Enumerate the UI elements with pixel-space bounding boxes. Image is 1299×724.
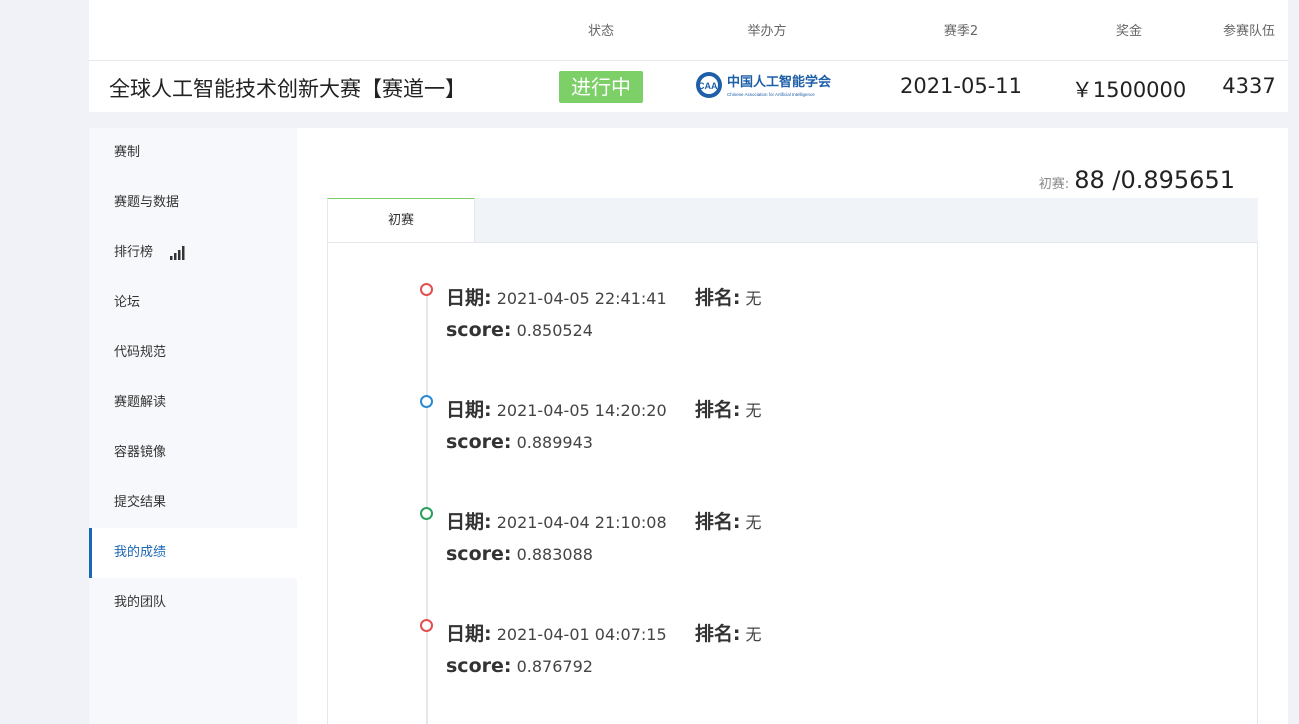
entry-score: 0.883088 [516,545,593,564]
date-label: 日期: [446,623,492,645]
timeline-entry: 日期: 2021-04-01 04:07:15 排名: 无 score: 0.8… [420,619,1120,709]
entry-date-rank-row: 日期: 2021-04-05 14:20:20 排名: 无 [446,395,762,422]
date-label: 日期: [446,399,492,421]
entry-date-rank-row: 日期: 2021-04-04 21:10:08 排名: 无 [446,507,762,534]
sidebar-item-label: 排行榜 [114,245,154,260]
timeline-entry: 日期: 2021-04-04 21:10:08 排名: 无 score: 0.8… [420,507,1120,597]
score-label: score: [446,319,512,341]
column-header-season: 赛季2 [943,24,979,39]
rank-label: 排名: [694,511,741,533]
entry-score: 0.876792 [516,657,593,676]
sidebar-item-label: 代码规范 [114,345,167,360]
entry-score-row: score: 0.883088 [446,543,593,565]
sidebar-item-label: 赛题解读 [114,395,167,410]
score-label: score: [446,431,512,453]
column-header-teams: 参赛队伍 [1222,24,1275,39]
rank-label: 排名: [694,287,741,309]
team-count: 4337 [1222,74,1276,98]
caai-logo-icon: CAAI 中国人工智能学会 Chinese Association for Ar… [696,72,832,98]
score-label: score: [446,655,512,677]
entry-rank: 无 [745,625,762,644]
entry-rank: 无 [745,401,762,420]
timeline-entry: 日期: 2021-04-05 22:41:41 排名: 无 score: 0.8… [420,283,1120,373]
entry-date: 2021-04-05 14:20:20 [496,401,667,420]
sidebar-nav: 赛制 赛题与数据 排行榜 论坛 代码规范 赛题解读 容器镜像 提交结果 我的成绩… [89,128,297,724]
sidebar-item-leaderboard[interactable]: 排行榜 [89,228,297,278]
sidebar-item-label: 赛制 [114,145,141,160]
sidebar-item-submit-results[interactable]: 提交结果 [89,478,297,528]
summary-label: 初赛: [1038,177,1070,192]
sidebar-item-container-image[interactable]: 容器镜像 [89,428,297,478]
score-timeline-panel: 日期: 2021-04-05 22:41:41 排名: 无 score: 0.8… [327,243,1258,724]
timeline-dot [420,283,433,296]
timeline-dot [420,619,433,632]
rank-label: 排名: [694,623,741,645]
organizer-logo: CAAI 中国人工智能学会 Chinese Association for Ar… [695,70,841,102]
entry-score: 0.889943 [516,433,593,452]
sidebar-item-my-scores[interactable]: 我的成绩 [89,528,297,578]
prize-amount: ￥1500000 [1071,78,1187,102]
entry-rank: 无 [745,513,762,532]
entry-score-row: score: 0.850524 [446,319,593,341]
tab-preliminary[interactable]: 初赛 [327,198,475,242]
season-date: 2021-05-11 [899,74,1023,98]
timeline-dot [420,395,433,408]
sidebar-item-label: 提交结果 [114,495,167,510]
sidebar-item-my-team[interactable]: 我的团队 [89,578,297,628]
status-badge: 进行中 [559,71,643,103]
entry-score: 0.850524 [516,321,593,340]
timeline-dot [420,507,433,520]
summary-value: 88 /0.895651 [1074,166,1235,194]
score-label: score: [446,543,512,565]
sidebar-item-label: 容器镜像 [114,445,167,460]
sidebar-item-label: 我的团队 [114,595,167,610]
entry-date-rank-row: 日期: 2021-04-05 22:41:41 排名: 无 [446,283,762,310]
date-label: 日期: [446,287,492,309]
sidebar-item-rules[interactable]: 赛制 [89,128,297,178]
sidebar-item-problem-explain[interactable]: 赛题解读 [89,378,297,428]
entry-date-rank-row: 日期: 2021-04-01 04:07:15 排名: 无 [446,619,762,646]
entry-date: 2021-04-01 04:07:15 [496,625,667,644]
column-header-prize: 奖金 [1115,24,1142,39]
competition-header: 状态 举办方 赛季2 奖金 参赛队伍 全球人工智能技术创新大赛【赛道一】 进行中… [89,0,1288,112]
header-divider [89,60,1288,61]
main-content: 初赛: 88 /0.895651 初赛 日期: 2021-04-05 22:41… [297,128,1288,724]
organizer-logo-mark: CAAI [698,81,720,91]
timeline-entry: 日期: 2021-04-05 14:20:20 排名: 无 score: 0.8… [420,395,1120,485]
sidebar-item-code-spec[interactable]: 代码规范 [89,328,297,378]
sidebar-item-label: 我的成绩 [114,545,167,560]
organizer-logo-text: 中国人工智能学会 [727,74,832,90]
entry-score-row: score: 0.889943 [446,431,593,453]
entry-score-row: score: 0.876792 [446,655,593,677]
entry-rank: 无 [745,289,762,308]
sidebar-item-label: 赛题与数据 [114,195,180,210]
score-summary: 初赛: 88 /0.895651 [1039,166,1235,194]
competition-title: 全球人工智能技术创新大赛【赛道一】 [109,77,466,101]
date-label: 日期: [446,511,492,533]
tab-bar: 初赛 [327,198,1258,243]
entry-date: 2021-04-05 22:41:41 [496,289,667,308]
bar-chart-icon [170,245,185,260]
organizer-logo-subtext: Chinese Association for Artificial Intel… [727,92,815,97]
sidebar-item-label: 论坛 [114,295,141,310]
entry-date: 2021-04-04 21:10:08 [496,513,667,532]
column-header-status: 状态 [587,24,614,39]
rank-label: 排名: [694,399,741,421]
sidebar-item-forum[interactable]: 论坛 [89,278,297,328]
sidebar-item-problem-data[interactable]: 赛题与数据 [89,178,297,228]
column-header-organizer: 举办方 [747,24,787,39]
